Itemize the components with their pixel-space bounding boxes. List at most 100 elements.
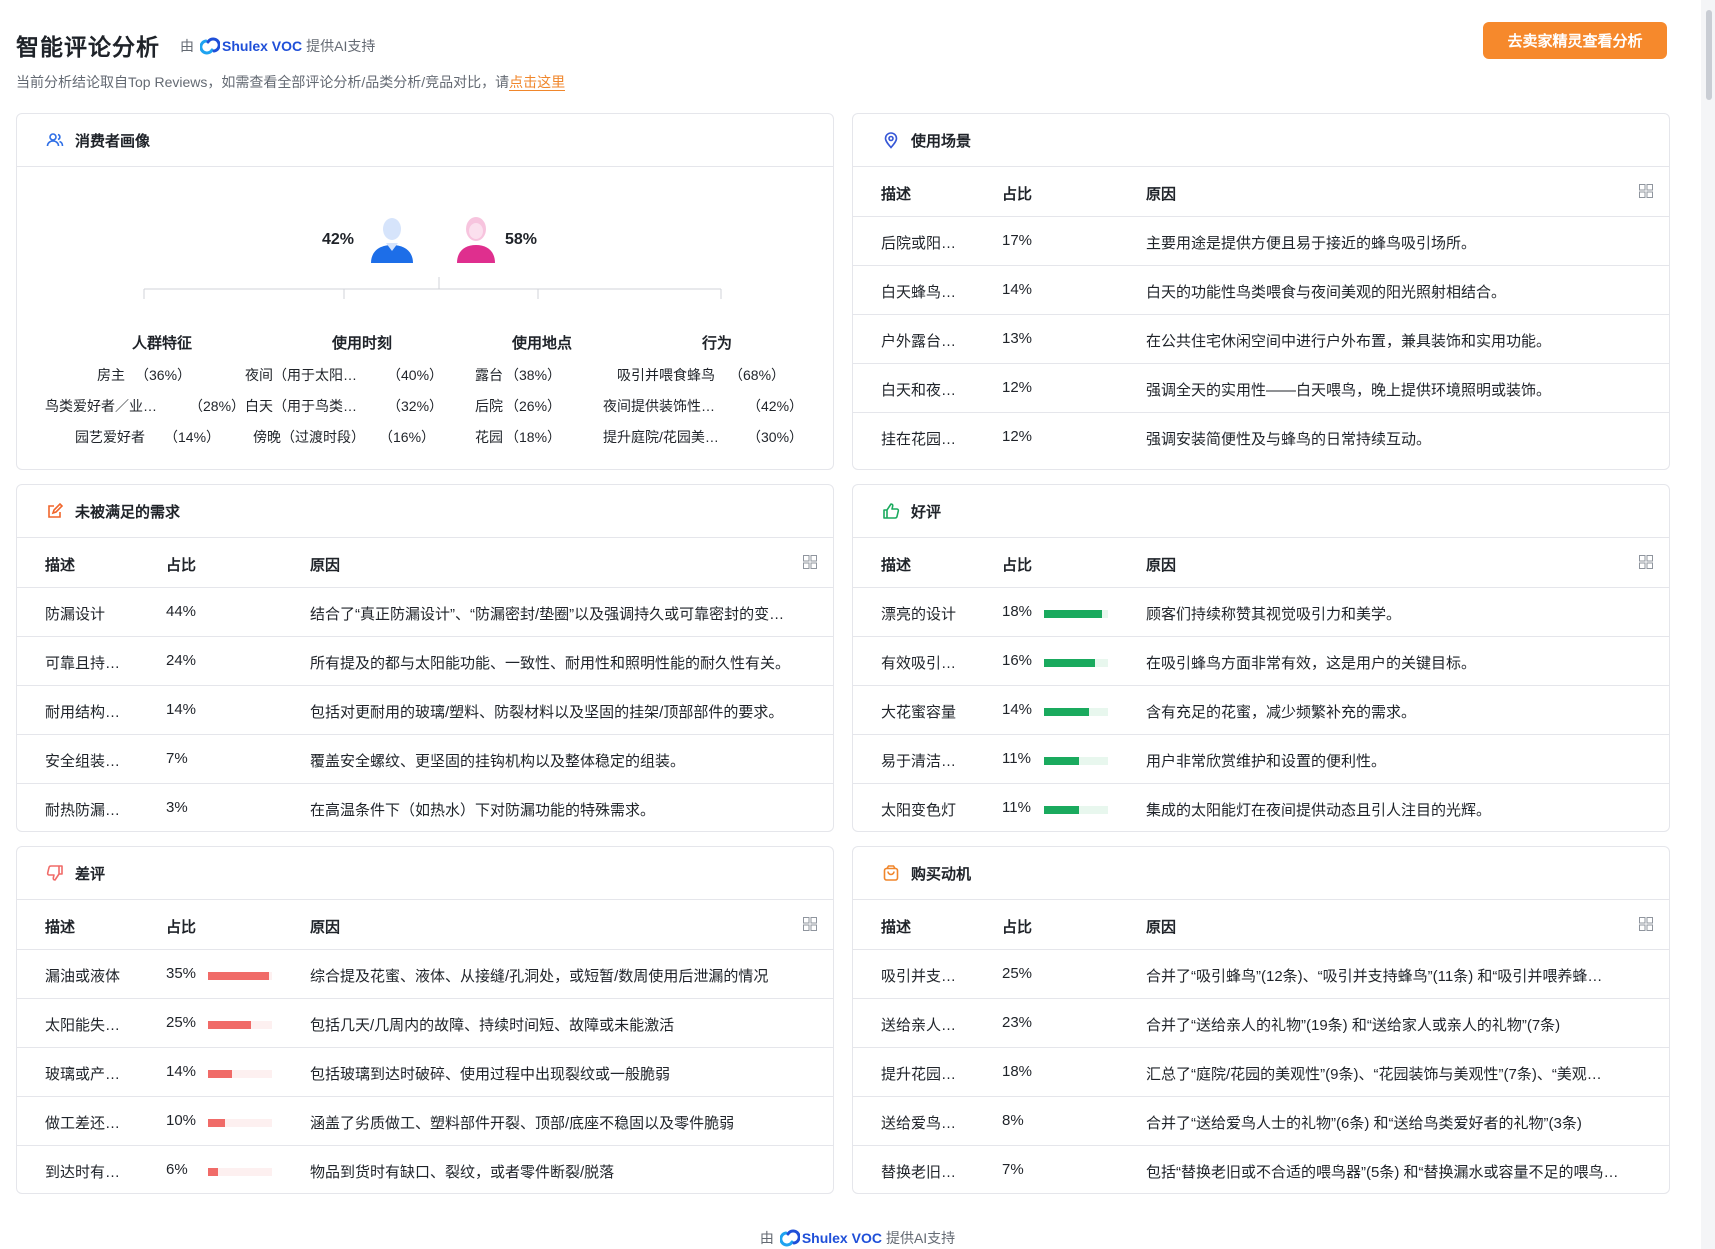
persona-item-label: 后院 bbox=[475, 398, 503, 414]
grid-view-icon[interactable] bbox=[803, 555, 817, 569]
thumbs-up-icon bbox=[881, 501, 901, 521]
footer-prefix: 由 bbox=[759, 1230, 774, 1246]
persona-item-label: 房主 bbox=[97, 367, 125, 383]
persona-item-pct: （68%） bbox=[729, 367, 786, 383]
row-reason: 所有提及的都与太阳能功能、一致性、耐用性和照明性能的耐久性有关。 bbox=[310, 655, 791, 672]
ratio-bar-fill bbox=[208, 1119, 225, 1127]
row-desc: 太阳变色灯 bbox=[881, 802, 957, 819]
scrollbar-thumb[interactable] bbox=[1706, 10, 1712, 100]
click-here-link[interactable]: 点击这里 bbox=[509, 74, 566, 91]
row-reason: 结合了“真正防漏设计”、“防漏密封/垫圈”以及强调持久或可靠密封的变… bbox=[310, 606, 785, 623]
table-row: 白天蜂鸟… 14% 白天的功能性鸟类喂食与夜间美观的阳光照射相结合。 bbox=[853, 266, 1669, 315]
ratio-bar bbox=[208, 1070, 272, 1078]
grid-view-icon[interactable] bbox=[1639, 184, 1653, 198]
view-in-seller-sprite-button[interactable]: 去卖家精灵查看分析 bbox=[1483, 22, 1667, 59]
row-desc: 替换老旧… bbox=[881, 1164, 957, 1181]
persona-item-pct: （26%） bbox=[505, 398, 562, 414]
row-reason: 涵盖了劣质做工、塑料部件开裂、顶部/底座不稳固以及零件脆弱 bbox=[310, 1115, 735, 1132]
row-desc: 送给爱鸟… bbox=[881, 1115, 957, 1132]
row-pct: 10% bbox=[166, 1112, 197, 1129]
grid-view-icon[interactable] bbox=[803, 917, 817, 931]
column-desc: 描述 bbox=[881, 557, 912, 574]
row-desc: 白天和夜… bbox=[881, 382, 957, 399]
column-desc: 描述 bbox=[881, 919, 912, 936]
persona-title: 消费者画像 bbox=[75, 132, 151, 150]
category-title: 行为 bbox=[701, 335, 732, 352]
row-reason: 在公共住宅休闲空间中进行户外布置，兼具装饰和实用功能。 bbox=[1146, 333, 1552, 350]
ratio-bar bbox=[1044, 757, 1108, 765]
row-pct: 14% bbox=[166, 1063, 197, 1080]
ratio-bar-fill bbox=[1044, 659, 1095, 667]
grid-view-icon[interactable] bbox=[1639, 555, 1653, 569]
persona-item-label: 夜间提供装饰性… bbox=[603, 398, 715, 414]
row-desc: 漏油或液体 bbox=[45, 968, 121, 985]
persona-card: 消费者画像 42% 58% 人群特征 使用时刻 使用地点 行为 房主 （36%） bbox=[16, 113, 834, 470]
table-row: 大花蜜容量 14% 含有充足的花蜜，减少频繁补充的需求。 bbox=[853, 686, 1669, 735]
row-pct: 14% bbox=[1002, 701, 1033, 718]
row-desc: 防漏设计 bbox=[45, 606, 106, 623]
column-pct: 占比 bbox=[166, 919, 197, 936]
row-desc: 玻璃或产… bbox=[45, 1066, 121, 1083]
row-desc: 漂亮的设计 bbox=[881, 606, 957, 623]
row-pct: 24% bbox=[166, 652, 197, 669]
persona-item-pct: （18%） bbox=[505, 429, 562, 445]
negative-reviews-header: 差评 bbox=[17, 847, 833, 900]
row-desc: 安全组装… bbox=[45, 753, 121, 770]
table-row: 漂亮的设计 18% 顾客们持续称赞其视觉吸引力和美学。 bbox=[853, 588, 1669, 637]
row-pct: 7% bbox=[166, 750, 188, 767]
row-desc: 耐用结构… bbox=[45, 704, 121, 721]
row-desc: 太阳能失… bbox=[45, 1017, 121, 1034]
row-reason: 包括几天/几周内的故障、持续时间短、故障或未能激活 bbox=[310, 1017, 675, 1034]
row-pct: 35% bbox=[166, 965, 197, 982]
row-desc: 耐热防漏… bbox=[45, 802, 121, 819]
table-row: 吸引并支… 25% 合并了“吸引蜂鸟”(12条)、“吸引并支持蜂鸟”(11条) 和“… bbox=[853, 950, 1669, 999]
row-desc: 白天蜂鸟… bbox=[881, 284, 957, 301]
persona-item-label: 花园 bbox=[475, 429, 503, 445]
row-reason: 合并了“吸引蜂鸟”(12条)、“吸引并支持蜂鸟”(11条) 和“吸引并喂养蜂… bbox=[1146, 968, 1603, 985]
column-reason: 原因 bbox=[310, 557, 341, 574]
shopping-bag-icon bbox=[881, 863, 901, 883]
column-reason: 原因 bbox=[1146, 557, 1177, 574]
location-pin-icon bbox=[881, 130, 901, 150]
row-desc: 有效吸引… bbox=[881, 655, 957, 672]
ratio-bar bbox=[208, 1119, 272, 1127]
table-row: 安全组装… 7% 覆盖安全螺纹、更坚固的挂钩机构以及整体稳定的组装。 bbox=[17, 735, 833, 784]
table-row: 户外露台… 13% 在公共住宅休闲空间中进行户外布置，兼具装饰和实用功能。 bbox=[853, 315, 1669, 364]
persona-item-pct: （36%） bbox=[135, 367, 192, 383]
table-row: 太阳能失… 25% 包括几天/几周内的故障、持续时间短、故障或未能激活 bbox=[17, 999, 833, 1048]
persona-item-label: 白天（用于鸟类… bbox=[245, 398, 357, 414]
persona-item-label: 鸟类爱好者／业… bbox=[45, 398, 157, 414]
brand-name[interactable]: Shulex VOC bbox=[222, 38, 302, 54]
persona-card-header: 消费者画像 bbox=[17, 114, 833, 167]
table-row: 替换老旧… 7% 包括“替换老旧或不合适的喂鸟器”(5条) 和“替换漏水或容量不足的… bbox=[853, 1146, 1669, 1193]
ratio-bar-fill bbox=[1044, 757, 1079, 765]
row-pct: 17% bbox=[1002, 232, 1033, 249]
negative-reviews-title: 差评 bbox=[75, 865, 106, 883]
row-pct: 25% bbox=[166, 1014, 197, 1031]
row-desc: 挂在花园… bbox=[881, 431, 957, 448]
footer-suffix: 提供AI支持 bbox=[885, 1230, 956, 1246]
row-pct: 12% bbox=[1002, 379, 1033, 396]
row-reason: 强调安装简便性及与蜂鸟的日常持续互动。 bbox=[1146, 431, 1432, 448]
female-percentage: 58% bbox=[505, 231, 538, 248]
negative-reviews-card: 差评 描述 占比 原因 漏油或液体 35% 综合提及花蜜、液体、从接缝/孔洞处，或短… bbox=[16, 846, 834, 1194]
grid-view-icon[interactable] bbox=[1639, 917, 1653, 931]
table-row: 太阳变色灯 11% 集成的太阳能灯在夜间提供动态且引人注目的光辉。 bbox=[853, 784, 1669, 831]
vertical-scrollbar[interactable] bbox=[1701, 0, 1715, 1249]
row-desc: 做工差还… bbox=[45, 1115, 121, 1132]
row-pct: 18% bbox=[1002, 603, 1033, 620]
purchase-motivation-card: 购买动机 描述 占比 原因 吸引并支… 25% 合并了“吸引蜂鸟”(12条)、“吸引… bbox=[852, 846, 1670, 1194]
row-pct: 13% bbox=[1002, 330, 1033, 347]
row-pct: 44% bbox=[166, 603, 197, 620]
ratio-bar-fill bbox=[1044, 708, 1089, 716]
table-row: 送给亲人… 23% 合并了“送给亲人的礼物”(19条) 和“送给家人或亲人的礼物”(… bbox=[853, 999, 1669, 1048]
row-reason: 顾客们持续称赞其视觉吸引力和美学。 bbox=[1146, 606, 1402, 623]
footer-brand[interactable]: Shulex VOC bbox=[802, 1230, 882, 1246]
row-reason: 汇总了“庭院/花园的美观性”(9条)、“花园装饰与美观性”(7条)、“美观… bbox=[1146, 1066, 1602, 1083]
table-header: 描述 占比 原因 bbox=[853, 167, 1669, 217]
persona-body: 42% 58% 人群特征 使用时刻 使用地点 行为 房主 （36%） 鸟类爱好者… bbox=[17, 167, 833, 467]
row-reason: 物品到货时有缺口、裂纹，或者零件断裂/脱落 bbox=[310, 1164, 615, 1181]
persona-item-pct: （40%） bbox=[387, 367, 444, 383]
table-row: 耐热防漏… 3% 在高温条件下（如热水）下对防漏功能的特殊需求。 bbox=[17, 784, 833, 831]
table-row: 玻璃或产… 14% 包括玻璃到达时破碎、使用过程中出现裂纹或一般脆弱 bbox=[17, 1048, 833, 1097]
